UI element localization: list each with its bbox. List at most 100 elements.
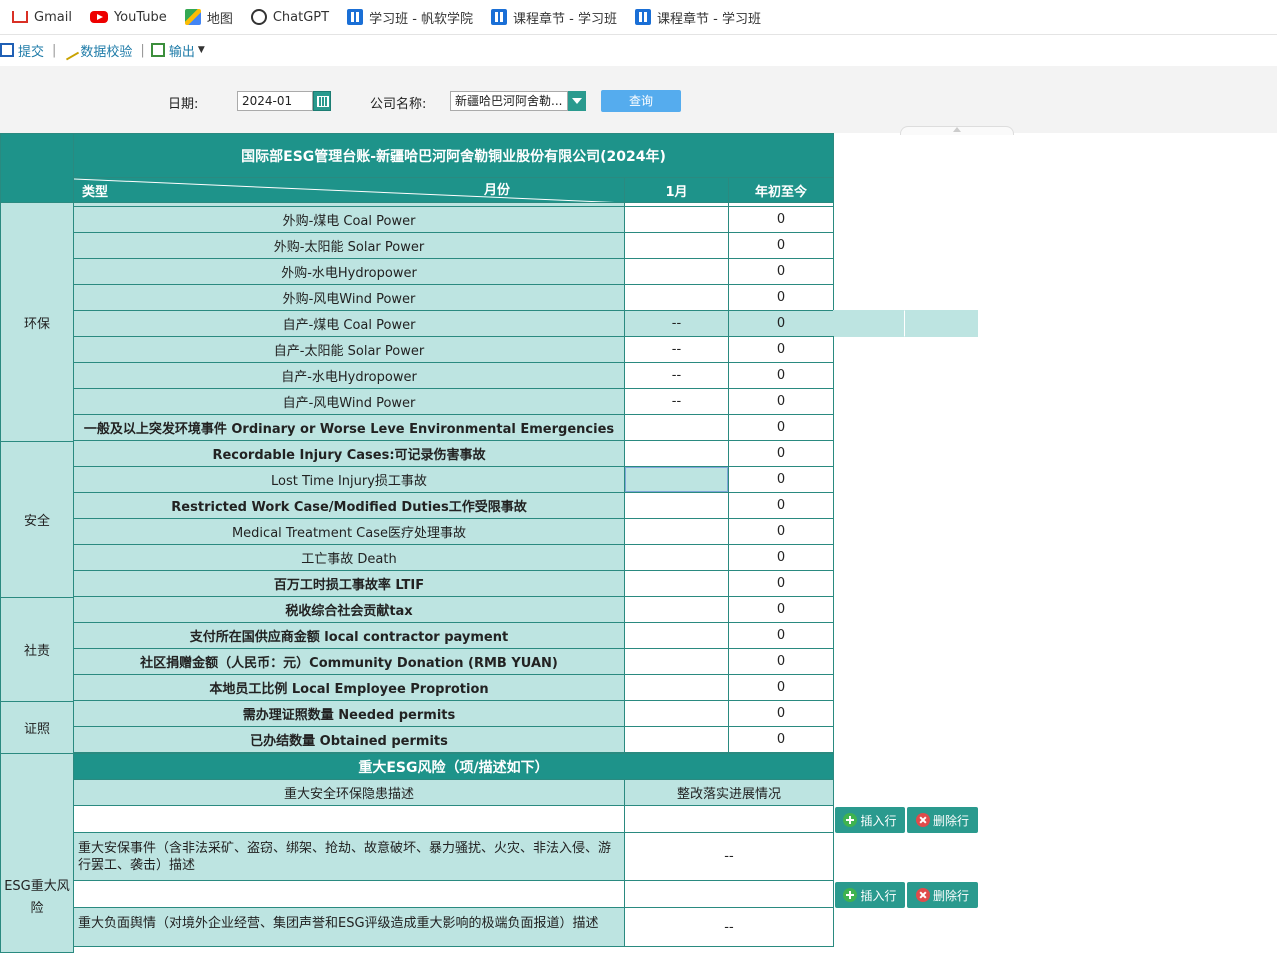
ytd-value-cell: 0 bbox=[728, 414, 834, 441]
export-button[interactable]: 输出 ▼ bbox=[150, 41, 205, 60]
row-label: 外购-煤电 Coal Power bbox=[73, 206, 625, 233]
month-value-cell[interactable]: -- bbox=[624, 310, 729, 337]
ytd-value-cell: 0 bbox=[728, 440, 834, 467]
month-value-cell[interactable]: -- bbox=[624, 388, 729, 415]
ytd-value-cell: 0 bbox=[728, 726, 834, 753]
ytd-value-cell: 0 bbox=[728, 674, 834, 701]
month-value-cell[interactable] bbox=[624, 232, 729, 259]
row-highlight-extension bbox=[905, 310, 978, 337]
bookmarks-bar: Gmail YouTube 地图 ChatGPT 学习班 - 帆软学院 课程章节… bbox=[0, 0, 1277, 35]
parameter-panel: 日期: 2024-01 公司名称: 新疆哈巴河阿舍勒... 查询 bbox=[0, 66, 1277, 133]
submit-button[interactable]: 提交 bbox=[0, 41, 44, 60]
fanruan-icon bbox=[635, 9, 651, 25]
month-value-cell[interactable]: -- bbox=[624, 336, 729, 363]
month-value-cell[interactable] bbox=[624, 700, 729, 727]
ytd-value-cell: 0 bbox=[728, 362, 834, 389]
row-highlight-extension bbox=[833, 310, 905, 337]
header-corner-blank bbox=[0, 133, 74, 203]
date-input[interactable]: 2024-01 bbox=[237, 91, 313, 111]
risk-input-row[interactable] bbox=[73, 805, 625, 833]
risk-security-description: 重大安保事件（含非法采矿、盗窃、绑架、抢劫、故意破坏、暴力骚扰、火灾、非法入侵、… bbox=[73, 832, 625, 881]
month-value-cell[interactable] bbox=[624, 414, 729, 441]
group-environment: 环保 bbox=[0, 202, 74, 442]
delete-row-button[interactable]: 删除行 bbox=[907, 807, 978, 833]
risk-progress-input[interactable] bbox=[624, 880, 834, 908]
month-value-cell[interactable] bbox=[624, 440, 729, 467]
row-label: 自产-水电Hydropower bbox=[73, 362, 625, 389]
month-value-cell[interactable] bbox=[624, 648, 729, 675]
row-label: 已办结数量 Obtained permits bbox=[73, 726, 625, 753]
month-value-cell[interactable] bbox=[624, 492, 729, 519]
bookmark-course-1[interactable]: 课程章节 - 学习班 bbox=[491, 8, 617, 27]
ytd-value-cell: 0 bbox=[728, 388, 834, 415]
ytd-value-cell: 0 bbox=[728, 570, 834, 597]
bookmark-gmail[interactable]: Gmail bbox=[12, 10, 72, 25]
ytd-value-cell: 0 bbox=[728, 206, 834, 233]
month-value-cell[interactable] bbox=[624, 466, 729, 493]
row-label: Lost Time Injury损工事故 bbox=[73, 466, 625, 493]
month-value-cell[interactable] bbox=[624, 570, 729, 597]
report-title: 国际部ESG管理台账-新疆哈巴河阿舍勒铜业股份有限公司(2024年) bbox=[73, 133, 834, 178]
chevron-down-icon[interactable] bbox=[568, 91, 586, 111]
group-social: 社责 bbox=[0, 597, 74, 702]
risk-section-header: 重大ESG风险（项/描述如下） bbox=[73, 753, 834, 780]
month-value-cell[interactable] bbox=[624, 544, 729, 571]
risk-col-description: 重大安全环保隐患描述 bbox=[73, 779, 625, 806]
month-value-cell[interactable]: -- bbox=[624, 362, 729, 389]
row-label: 自产-太阳能 Solar Power bbox=[73, 336, 625, 363]
query-button[interactable]: 查询 bbox=[601, 90, 681, 112]
row-label: 百万工时损工事故率 LTIF bbox=[73, 570, 625, 597]
calendar-icon[interactable] bbox=[313, 91, 331, 111]
ytd-value-cell: 0 bbox=[728, 258, 834, 285]
month-value-cell[interactable] bbox=[624, 622, 729, 649]
bookmark-course-2[interactable]: 课程章节 - 学习班 bbox=[635, 8, 761, 27]
bookmark-fanruan-academy[interactable]: 学习班 - 帆软学院 bbox=[347, 8, 473, 27]
month-value-cell[interactable] bbox=[624, 258, 729, 285]
row-label: 本地员工比例 Local Employee Proprotion bbox=[73, 674, 625, 701]
maps-icon bbox=[184, 9, 201, 25]
row-label: 需办理证照数量 Needed permits bbox=[73, 700, 625, 727]
export-icon bbox=[150, 43, 165, 57]
row-label: 外购-水电Hydropower bbox=[73, 258, 625, 285]
plus-icon bbox=[843, 813, 858, 827]
row-label: Recordable Injury Cases:可记录伤害事故 bbox=[73, 440, 625, 467]
insert-row-button[interactable]: 插入行 bbox=[835, 882, 905, 908]
company-select[interactable]: 新疆哈巴河阿舍勒... bbox=[450, 91, 568, 111]
ytd-value-cell: 0 bbox=[728, 492, 834, 519]
collapse-panel-toggle[interactable] bbox=[900, 126, 1014, 135]
row-label: 自产-煤电 Coal Power bbox=[73, 310, 625, 337]
risk-security-progress: -- bbox=[624, 832, 834, 881]
row-label: 外购-风电Wind Power bbox=[73, 284, 625, 311]
validate-button[interactable]: 数据校验 bbox=[59, 39, 132, 61]
month-value-cell[interactable] bbox=[624, 674, 729, 701]
row-label: 税收综合社会贡献tax bbox=[73, 596, 625, 623]
month-value-cell[interactable] bbox=[624, 596, 729, 623]
toolbar-divider: | bbox=[140, 42, 145, 58]
pencil-icon bbox=[59, 39, 80, 61]
insert-row-button[interactable]: 插入行 bbox=[835, 807, 905, 833]
risk-progress-input[interactable] bbox=[624, 805, 834, 833]
row-label: 自产-风电Wind Power bbox=[73, 388, 625, 415]
delete-row-button[interactable]: 删除行 bbox=[907, 882, 978, 908]
risk-input-row[interactable] bbox=[73, 880, 625, 908]
month-value-cell[interactable] bbox=[624, 206, 729, 233]
bookmark-maps[interactable]: 地图 bbox=[184, 8, 233, 27]
report-toolbar: 提交 | 数据校验 | 输出 ▼ bbox=[0, 38, 213, 62]
risk-col-progress: 整改落实进展情况 bbox=[624, 779, 834, 806]
month-value-cell[interactable] bbox=[624, 518, 729, 545]
row-label: 一般及以上突发环境事件 Ordinary or Worse Leve Envir… bbox=[73, 414, 625, 441]
ytd-value-cell: 0 bbox=[728, 336, 834, 363]
gmail-icon bbox=[12, 11, 28, 23]
row-label: Restricted Work Case/Modified Duties工作受限… bbox=[73, 492, 625, 519]
ytd-value-cell: 0 bbox=[728, 700, 834, 727]
ytd-value-cell: 0 bbox=[728, 284, 834, 311]
fanruan-icon bbox=[491, 9, 508, 25]
bookmark-youtube[interactable]: YouTube bbox=[89, 10, 167, 25]
row-label: 社区捐赠金额（人民币：元）Community Donation (RMB YUA… bbox=[73, 648, 625, 675]
bookmark-chatgpt[interactable]: ChatGPT bbox=[250, 9, 329, 25]
month-value-cell[interactable] bbox=[624, 726, 729, 753]
diagonal-divider bbox=[74, 178, 615, 202]
row-label: 工亡事故 Death bbox=[73, 544, 625, 571]
month-value-cell[interactable] bbox=[624, 284, 729, 311]
ytd-value-cell: 0 bbox=[728, 648, 834, 675]
